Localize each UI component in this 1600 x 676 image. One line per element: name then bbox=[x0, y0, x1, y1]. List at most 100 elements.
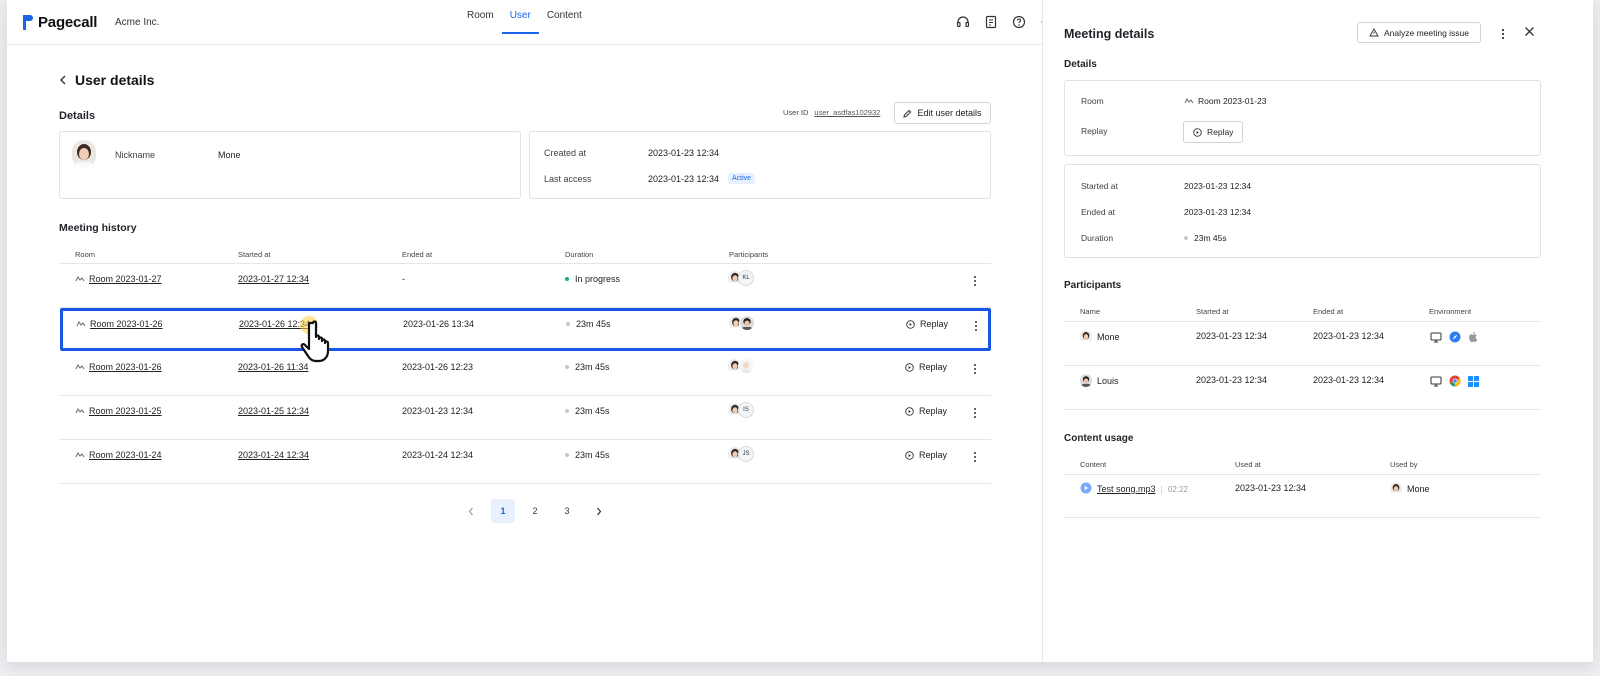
room-link[interactable]: Room 2023-01-25 bbox=[75, 406, 162, 416]
play-circle-icon bbox=[905, 362, 914, 372]
room-link[interactable]: Room 2023-01-26 bbox=[75, 362, 162, 372]
play-circle-icon bbox=[1193, 127, 1202, 137]
activity-card: Created at 2023-01-23 12:34 Last access … bbox=[529, 131, 991, 199]
started-link[interactable]: 2023-01-27 12:34 bbox=[238, 274, 309, 284]
table-row[interactable]: Room 2023-01-25 2023-01-25 12:34 2023-01… bbox=[59, 395, 991, 439]
room-sign-icon bbox=[75, 364, 85, 370]
page-1[interactable]: 1 bbox=[491, 499, 515, 523]
replay-button[interactable]: Replay bbox=[905, 406, 947, 416]
table-row[interactable]: Room 2023-01-26 2023-01-26 11:34 2023-01… bbox=[59, 351, 991, 395]
ended-label: Ended at bbox=[1081, 207, 1116, 217]
participants bbox=[728, 315, 755, 331]
tab-room[interactable]: Room bbox=[459, 0, 502, 34]
play-circle-icon bbox=[905, 406, 914, 416]
ended-value: 2023-01-26 13:34 bbox=[403, 319, 475, 329]
close-icon[interactable] bbox=[1524, 26, 1535, 38]
avatar bbox=[739, 315, 755, 331]
more-icon[interactable] bbox=[971, 406, 979, 420]
avatar-initials: IS bbox=[738, 402, 754, 418]
panel-details-heading: Details bbox=[1064, 59, 1097, 70]
content-link[interactable]: Test song.mp3 bbox=[1097, 484, 1156, 494]
participants: KL bbox=[727, 270, 754, 286]
last-access-label: Last access bbox=[544, 174, 592, 184]
col-started: Started at bbox=[238, 250, 271, 259]
app-window: Pagecall Acme Inc. Room User Content Use… bbox=[7, 0, 1593, 662]
col-ended: Ended at bbox=[1313, 307, 1344, 316]
headset-icon[interactable] bbox=[955, 14, 971, 30]
main-nav: Room User Content bbox=[459, 0, 590, 45]
table-row-selected[interactable]: Room 2023-01-26 2023-01-26 12:34 2023-01… bbox=[60, 308, 991, 351]
content-item: Test song.mp3 | 02:22 bbox=[1080, 482, 1188, 496]
participant-name: Louis bbox=[1080, 374, 1119, 387]
user-avatar bbox=[72, 140, 96, 168]
divider bbox=[1064, 365, 1541, 366]
room-sign-icon bbox=[75, 452, 85, 458]
duration-text: 23m 45s bbox=[575, 450, 610, 460]
dot-icon bbox=[1184, 236, 1188, 240]
tab-user[interactable]: User bbox=[501, 0, 539, 34]
replay-button[interactable]: Replay bbox=[906, 319, 948, 329]
table-row[interactable]: Room 2023-01-24 2023-01-24 12:34 2023-01… bbox=[59, 439, 991, 483]
brand-logo[interactable]: Pagecall bbox=[23, 14, 97, 31]
desktop-icon bbox=[1430, 374, 1442, 392]
started-link[interactable]: 2023-01-25 12:34 bbox=[238, 406, 309, 416]
analyze-label: Analyze meeting issue bbox=[1383, 27, 1470, 38]
document-icon[interactable] bbox=[983, 14, 999, 30]
page-2[interactable]: 2 bbox=[523, 499, 547, 523]
avatar bbox=[1390, 482, 1402, 495]
duration-text: 23m 45s bbox=[575, 362, 610, 372]
created-value: 2023-01-23 12:34 bbox=[648, 148, 720, 158]
room-name: Room 2023-01-27 bbox=[89, 274, 162, 284]
replay-button[interactable]: Replay bbox=[905, 450, 947, 460]
page-3[interactable]: 3 bbox=[555, 499, 579, 523]
participant-environment bbox=[1430, 374, 1479, 392]
meeting-details-panel: Meeting details Analyze meeting issue De… bbox=[1042, 0, 1593, 662]
participant-started: 2023-01-23 12:34 bbox=[1196, 375, 1268, 385]
user-id-value[interactable]: user_asdfas102932 bbox=[814, 108, 880, 117]
started-link[interactable]: 2023-01-24 12:34 bbox=[238, 450, 309, 460]
desktop-icon bbox=[1430, 330, 1442, 348]
apple-icon bbox=[1468, 330, 1479, 348]
panel-more-icon[interactable] bbox=[1501, 27, 1505, 45]
content-used-by: Mone bbox=[1390, 482, 1430, 495]
next-page-icon[interactable] bbox=[587, 499, 611, 523]
analyze-issue-button[interactable]: Analyze meeting issue bbox=[1357, 22, 1481, 43]
started-label: Started at bbox=[1081, 181, 1118, 191]
room-sign-icon bbox=[75, 408, 85, 414]
more-icon[interactable] bbox=[971, 450, 979, 464]
divider bbox=[1064, 517, 1541, 518]
room-link[interactable]: Room 2023-01-24 bbox=[75, 450, 162, 460]
org-name[interactable]: Acme Inc. bbox=[115, 17, 159, 28]
more-icon[interactable] bbox=[972, 319, 980, 333]
participant-ended: 2023-01-23 12:34 bbox=[1313, 375, 1385, 385]
replay-button[interactable]: Replay bbox=[1183, 121, 1244, 143]
participant-name: Mone bbox=[1080, 330, 1120, 343]
brand-name: Pagecall bbox=[38, 14, 98, 31]
back-chevron-icon[interactable] bbox=[59, 72, 67, 88]
play-circle-icon[interactable] bbox=[1080, 482, 1092, 496]
ended-value: 2023-01-26 12:23 bbox=[402, 362, 474, 372]
room-link[interactable]: Room 2023-01-26 bbox=[76, 319, 163, 329]
table-row[interactable]: Room 2023-01-27 2023-01-27 12:34 - In pr… bbox=[59, 263, 991, 307]
more-icon[interactable] bbox=[971, 274, 979, 288]
col-participants: Participants bbox=[729, 250, 769, 259]
help-icon[interactable] bbox=[1011, 14, 1027, 30]
prev-page-icon[interactable] bbox=[459, 499, 483, 523]
edit-user-button[interactable]: Edit user details bbox=[894, 102, 991, 124]
hand-cursor-icon bbox=[297, 313, 349, 376]
col-started: Started at bbox=[1196, 307, 1229, 316]
live-dot-icon bbox=[565, 277, 569, 281]
participant-started: 2023-01-23 12:34 bbox=[1196, 331, 1268, 341]
room-link[interactable]: Room 2023-01-27 bbox=[75, 274, 162, 284]
room-value: Room 2023-01-23 bbox=[1184, 96, 1267, 106]
more-icon[interactable] bbox=[971, 362, 979, 376]
dot-icon bbox=[565, 365, 569, 369]
nickname-value: Mone bbox=[218, 150, 241, 160]
participants: IS bbox=[727, 402, 754, 418]
replay-button[interactable]: Replay bbox=[905, 362, 947, 372]
pagination: 1 2 3 bbox=[459, 499, 611, 523]
tab-content[interactable]: Content bbox=[539, 0, 590, 34]
avatar bbox=[738, 358, 754, 374]
content-length: 02:22 bbox=[1167, 484, 1188, 494]
divider bbox=[1064, 409, 1541, 410]
